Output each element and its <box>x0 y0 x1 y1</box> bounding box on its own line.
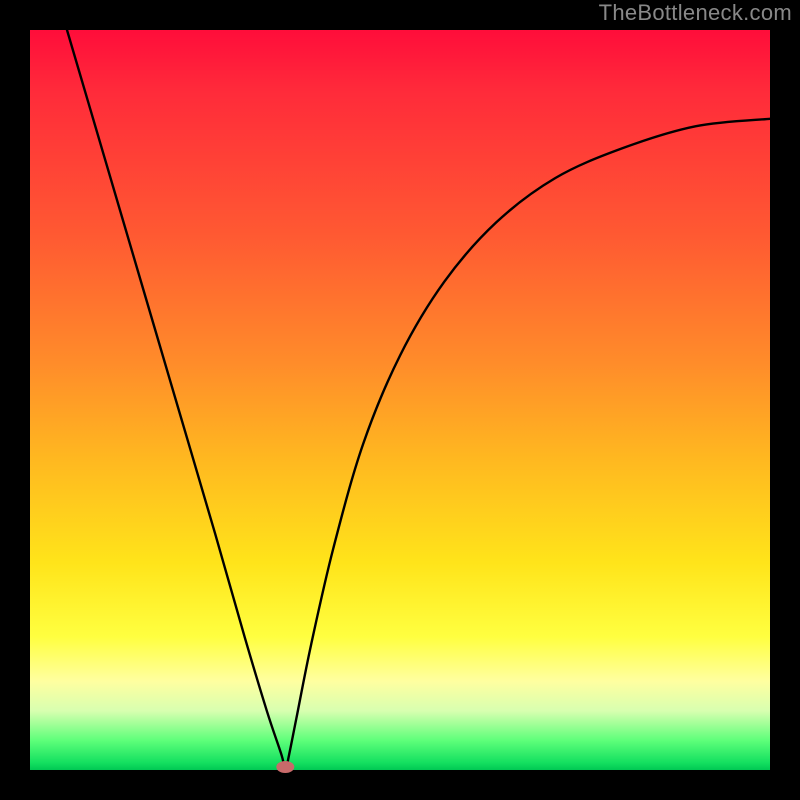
gradient-plot-area <box>30 30 770 770</box>
minimum-marker <box>30 30 770 770</box>
minimum-marker-dot <box>276 761 294 773</box>
outer-black-frame: TheBottleneck.com <box>0 0 800 800</box>
watermark-text: TheBottleneck.com <box>599 0 792 26</box>
